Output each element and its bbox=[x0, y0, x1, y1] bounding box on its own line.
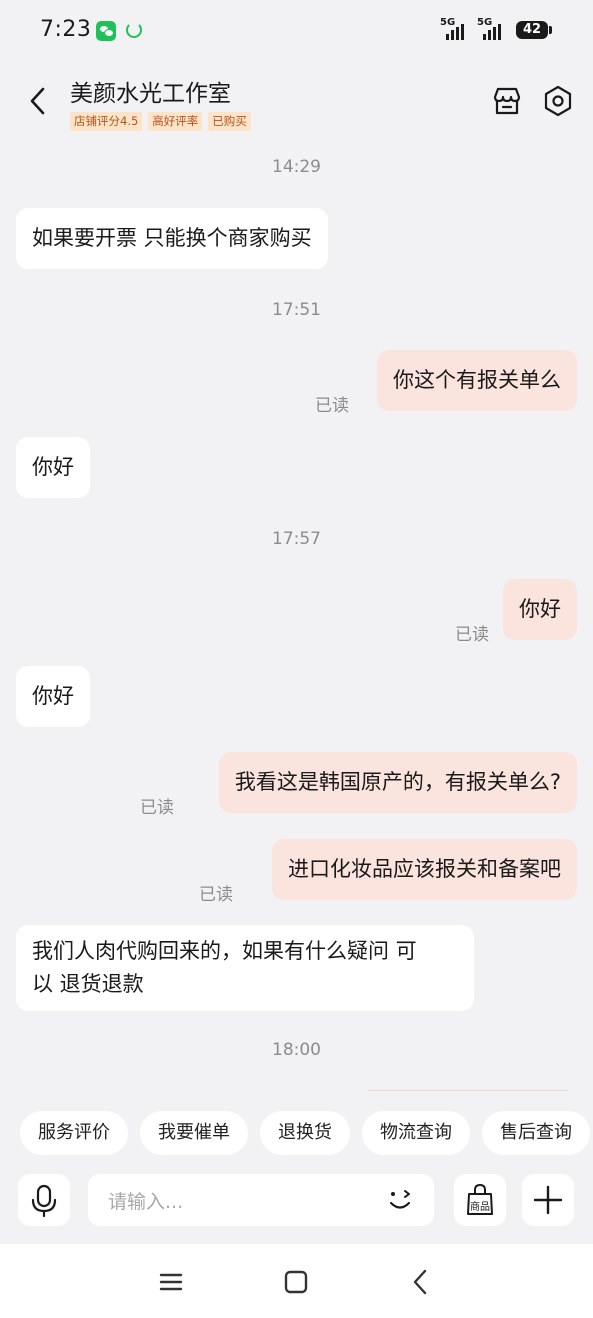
system-nav-bar bbox=[0, 1244, 593, 1318]
back-chevron-icon[interactable] bbox=[24, 86, 54, 116]
settings-icon[interactable] bbox=[541, 84, 575, 118]
read-receipt: 已读 bbox=[315, 396, 349, 416]
more-button[interactable] bbox=[522, 1174, 574, 1226]
chip-service-review[interactable]: 服务评价 bbox=[20, 1111, 128, 1155]
microphone-icon bbox=[31, 1184, 57, 1218]
read-receipt: 已读 bbox=[199, 885, 233, 905]
message-outgoing[interactable]: 你这个有报关单么 bbox=[377, 350, 577, 411]
timestamp: 17:57 bbox=[272, 529, 321, 549]
menu-icon[interactable] bbox=[153, 1264, 189, 1300]
home-icon[interactable] bbox=[278, 1264, 314, 1300]
message-line: 以 退货退款 bbox=[32, 972, 144, 996]
status-time: 7:23 bbox=[40, 17, 92, 42]
message-outgoing[interactable]: 我看这是韩国原产的，有报关单么? bbox=[218, 752, 577, 813]
read-receipt: 已读 bbox=[455, 625, 489, 645]
status-bar: 7:23 5G 5G 42 bbox=[0, 0, 593, 60]
timestamp: 18:00 bbox=[272, 1040, 321, 1060]
store-icon[interactable] bbox=[490, 84, 524, 118]
chip-return-exchange[interactable]: 退换货 bbox=[260, 1111, 350, 1155]
goods-button[interactable]: 商品 bbox=[454, 1174, 506, 1226]
emoji-icon[interactable] bbox=[384, 1184, 416, 1216]
back-icon[interactable] bbox=[403, 1264, 439, 1300]
message-outgoing[interactable]: 你好 bbox=[503, 579, 577, 640]
message-line: 我们人肉代购回来的，如果有什么疑问 可 bbox=[32, 939, 417, 963]
message-outgoing[interactable]: 进口化妆品应该报关和备案吧 bbox=[272, 839, 577, 900]
message-incoming[interactable]: 你好 bbox=[16, 666, 90, 727]
voice-button[interactable] bbox=[18, 1174, 70, 1226]
chip-after-sales[interactable]: 售后查询 bbox=[482, 1111, 590, 1155]
plus-icon bbox=[533, 1185, 563, 1215]
tag-store-rating: 店铺评分4.5 bbox=[70, 112, 143, 131]
timestamp: 14:29 bbox=[272, 157, 321, 177]
message-input[interactable]: 请输入... bbox=[88, 1174, 434, 1226]
message-incoming[interactable]: 你好 bbox=[16, 437, 90, 498]
shopping-bag-icon: 商品 bbox=[467, 1183, 493, 1215]
message-incoming[interactable]: 如果要开票 只能换个商家购买 bbox=[16, 208, 328, 269]
shop-tags: 店铺评分4.5 高好评率 已购买 bbox=[70, 112, 251, 131]
sync-icon bbox=[126, 22, 142, 38]
goods-label: 商品 bbox=[470, 1200, 490, 1213]
partial-bubble-edge bbox=[368, 1090, 568, 1091]
shop-title[interactable]: 美颜水光工作室 bbox=[70, 74, 231, 108]
read-receipt: 已读 bbox=[140, 798, 174, 818]
timestamp: 17:51 bbox=[272, 300, 321, 320]
wechat-notification-icon bbox=[96, 21, 116, 41]
quick-action-bar: 服务评价 我要催单 退换货 物流查询 售后查询 bbox=[20, 1111, 590, 1155]
battery-indicator: 42 bbox=[516, 21, 552, 39]
chip-urge-order[interactable]: 我要催单 bbox=[140, 1111, 248, 1155]
chip-logistics[interactable]: 物流查询 bbox=[362, 1111, 470, 1155]
input-placeholder: 请输入... bbox=[108, 1191, 184, 1213]
tag-purchased: 已购买 bbox=[208, 112, 251, 131]
message-incoming[interactable]: 我们人肉代购回来的，如果有什么疑问 可 以 退货退款 bbox=[16, 925, 474, 1011]
tag-good-rate: 高好评率 bbox=[148, 112, 203, 131]
